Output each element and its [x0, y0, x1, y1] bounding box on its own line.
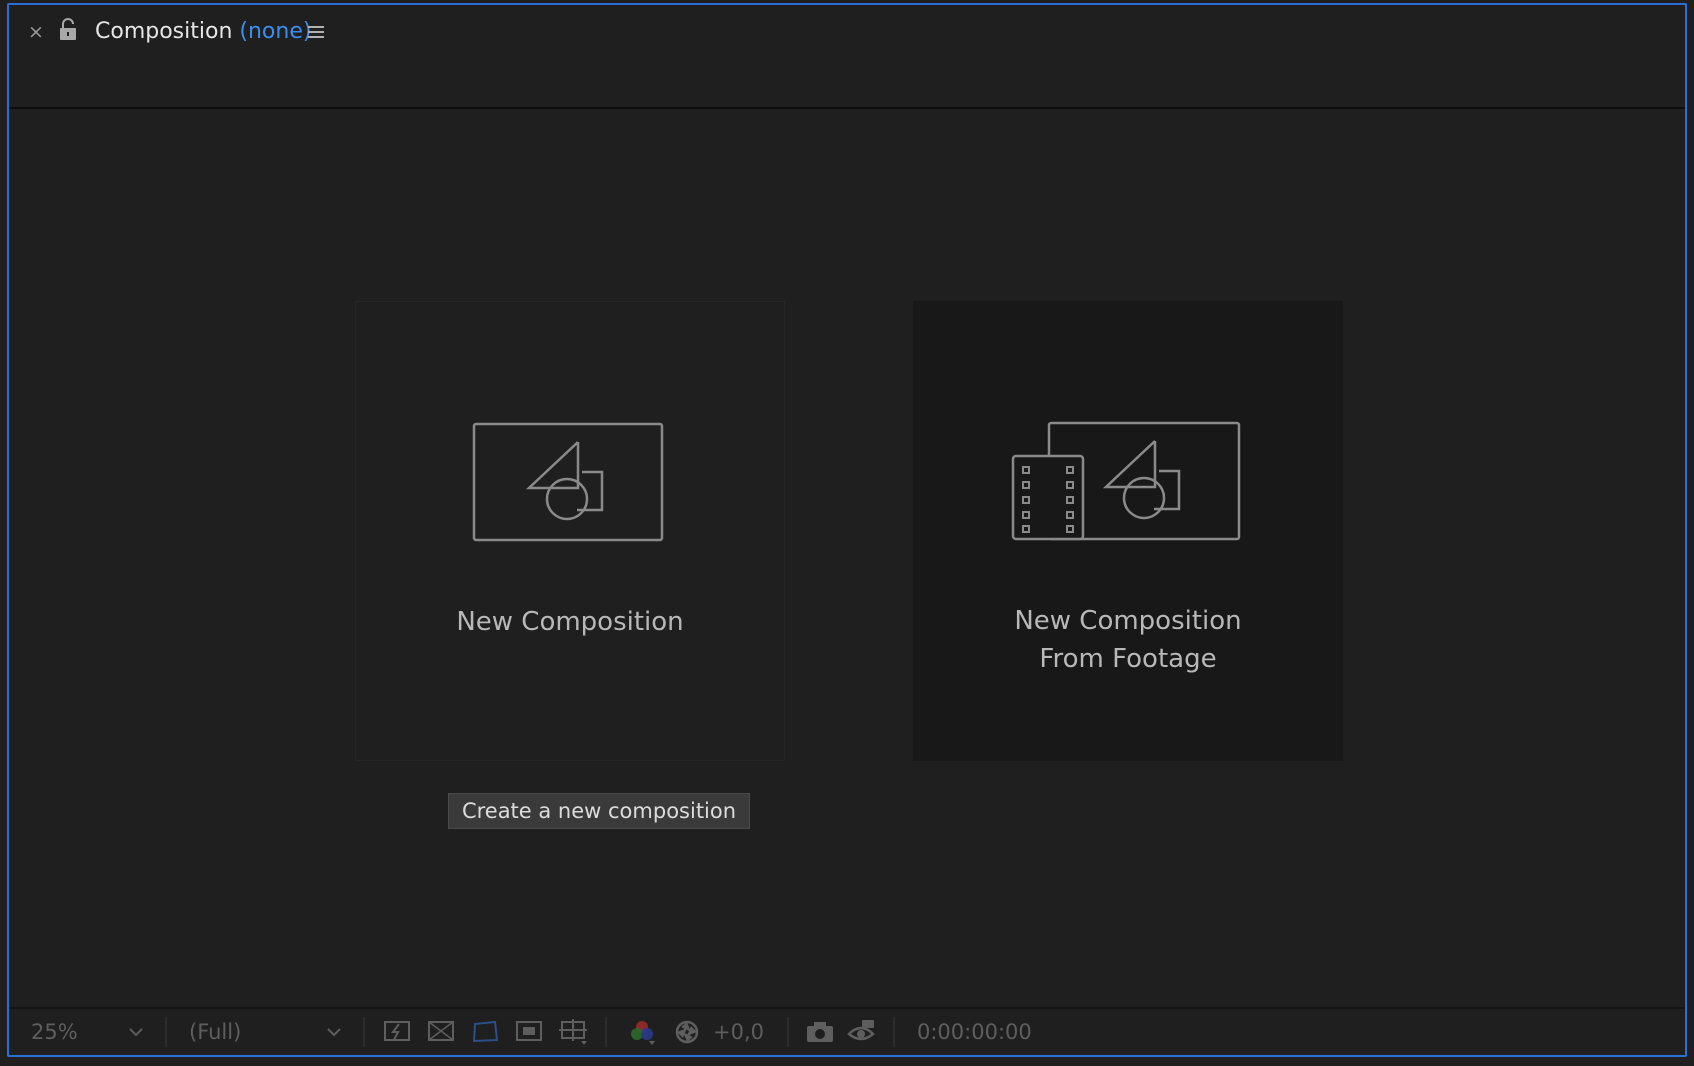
fast-preview-icon[interactable] [383, 1019, 413, 1045]
toolbar-separator [605, 1017, 607, 1047]
grid-guides-icon[interactable] [559, 1019, 589, 1045]
toolbar-separator [893, 1017, 895, 1047]
composition-icon [472, 422, 664, 542]
zoom-dropdown[interactable]: 25% [31, 1009, 78, 1055]
new-composition-from-footage-label-1: New Composition [1014, 606, 1242, 636]
mask-path-visibility-icon[interactable] [471, 1019, 501, 1045]
panel-title[interactable]: Composition (none) [95, 19, 311, 44]
toolbar-separator [363, 1017, 365, 1047]
new-composition-button[interactable]: New Composition [355, 301, 785, 761]
color-channels-icon[interactable] [627, 1019, 657, 1045]
toolbar-separator [787, 1017, 789, 1047]
close-icon[interactable]: × [26, 20, 46, 44]
hamburger-menu-icon[interactable] [306, 23, 326, 41]
camera-snapshot-icon[interactable] [805, 1019, 835, 1045]
tooltip: Create a new composition [448, 793, 750, 829]
composition-from-footage-icon [1011, 421, 1241, 541]
resolution-value: (Full) [189, 1020, 242, 1044]
current-time-display[interactable]: 0:00:00:00 [917, 1009, 1032, 1055]
tab-divider [9, 107, 1685, 109]
panel-title-suffix: (none) [239, 19, 312, 44]
resolution-dropdown[interactable]: (Full) [189, 1009, 241, 1055]
lock-open-icon[interactable] [57, 18, 79, 42]
region-of-interest-icon[interactable] [515, 1019, 545, 1045]
panel-tab-bar: × Composition (none) [9, 5, 1685, 65]
chevron-down-icon[interactable] [127, 1025, 145, 1039]
chevron-down-icon[interactable] [325, 1025, 343, 1039]
panel-title-text: Composition [95, 19, 233, 44]
transparency-grid-icon[interactable] [427, 1019, 457, 1045]
composition-footer-toolbar: 25% (Full) +0,0 0:00:00:00 [9, 1007, 1685, 1055]
exposure-value[interactable]: +0,0 [713, 1009, 764, 1055]
new-composition-from-footage-label-2: From Footage [1039, 644, 1217, 674]
color-management-icon[interactable] [673, 1019, 703, 1045]
show-snapshot-icon[interactable] [847, 1019, 877, 1045]
toolbar-separator [165, 1017, 167, 1047]
composition-panel: × Composition (none) New Composition New… [7, 3, 1687, 1057]
new-composition-from-footage-button[interactable]: New Composition From Footage [913, 301, 1343, 761]
new-composition-label: New Composition [456, 607, 684, 637]
zoom-value: 25% [31, 1020, 78, 1044]
